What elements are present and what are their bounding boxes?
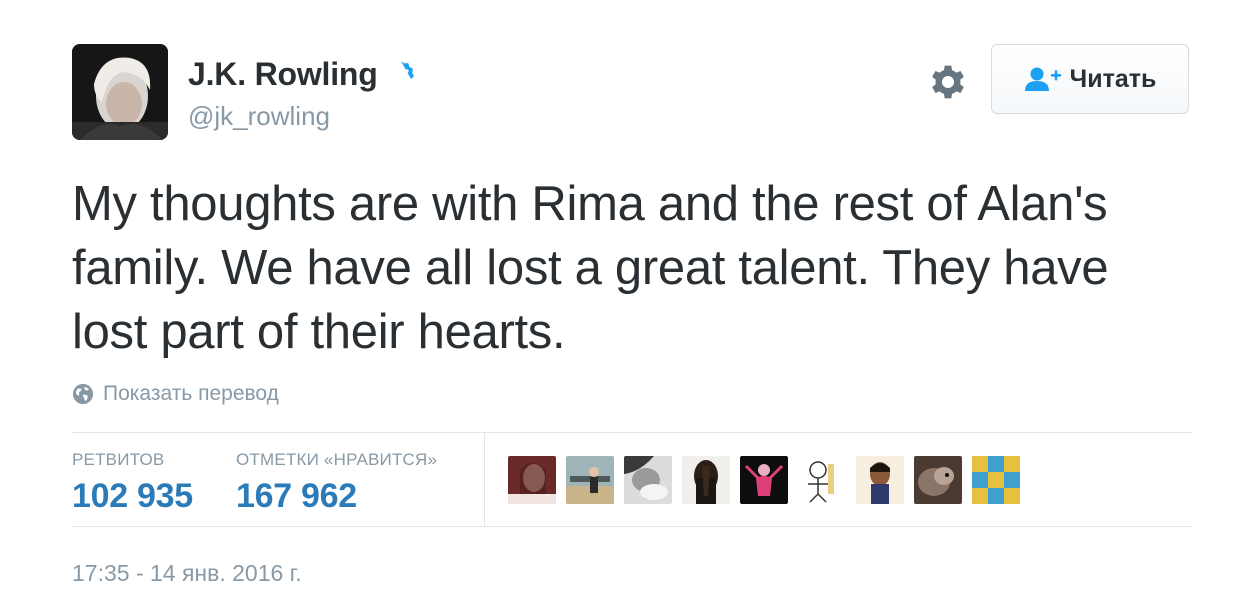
liker-avatar[interactable]	[566, 456, 614, 504]
stats-vertical-divider	[484, 433, 485, 526]
show-translation-label: Показать перевод	[103, 382, 279, 405]
liker-avatars	[508, 456, 1030, 504]
follow-button-label: Читать	[1069, 64, 1157, 93]
avatar-image	[72, 44, 168, 140]
user-handle[interactable]: @jk_rowling	[188, 101, 330, 132]
stats-top-divider	[72, 432, 1192, 433]
liker-avatar[interactable]	[624, 456, 672, 504]
gear-icon[interactable]	[928, 62, 968, 102]
liker-avatar[interactable]	[682, 456, 730, 504]
globe-icon	[72, 383, 94, 405]
retweets-count: 102 935	[72, 477, 193, 515]
stats-bottom-divider	[72, 526, 1192, 527]
likes-count: 167 962	[236, 477, 357, 515]
follow-button[interactable]: Читать	[991, 44, 1189, 114]
user-avatar[interactable]	[72, 44, 168, 140]
liker-avatar[interactable]	[856, 456, 904, 504]
retweets-stat[interactable]: РЕТВИТОВ 102 935	[72, 450, 193, 516]
verified-badge-icon	[393, 60, 414, 81]
tweet-timestamp[interactable]: 17:35 - 14 янв. 2016 г.	[72, 560, 302, 587]
liker-avatar[interactable]	[740, 456, 788, 504]
user-name-row[interactable]: J.K. Rowling	[188, 56, 417, 93]
liker-avatar[interactable]	[972, 456, 1020, 504]
show-translation-link[interactable]: Показать перевод	[72, 382, 279, 406]
liker-avatar[interactable]	[508, 456, 556, 504]
liker-avatar[interactable]	[798, 456, 846, 504]
user-name[interactable]: J.K. Rowling	[188, 56, 378, 93]
tweet-text: My thoughts are with Rima and the rest o…	[72, 177, 1109, 359]
liker-avatar[interactable]	[914, 456, 962, 504]
likes-label: ОТМЕТКИ «НРАВИТСЯ»	[236, 450, 438, 469]
retweets-label: РЕТВИТОВ	[72, 450, 165, 469]
follow-person-plus-icon	[1024, 67, 1061, 91]
likes-stat[interactable]: ОТМЕТКИ «НРАВИТСЯ» 167 962	[236, 450, 437, 516]
